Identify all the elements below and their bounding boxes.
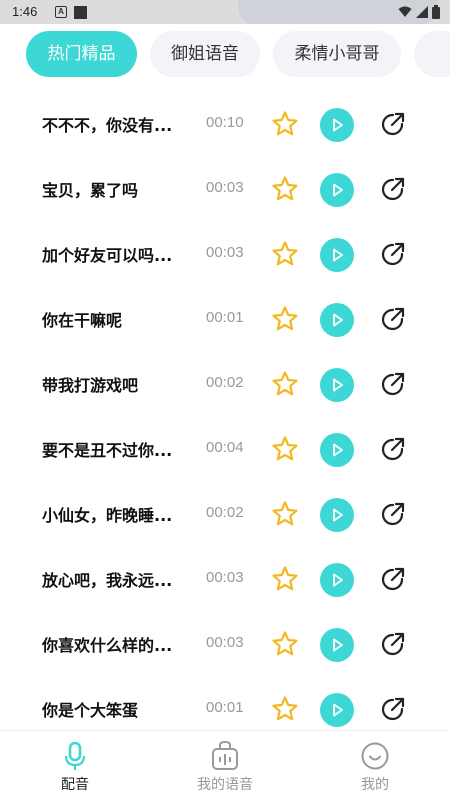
square-icon — [74, 6, 87, 19]
voice-title: 小仙女，昨晚睡... — [42, 506, 173, 525]
star-icon[interactable] — [271, 370, 299, 398]
play-icon — [333, 573, 343, 587]
play-button[interactable] — [320, 628, 354, 662]
star-icon[interactable] — [271, 305, 299, 333]
list-item[interactable]: 小仙女，昨晚睡... 00:02 — [0, 482, 450, 547]
star-icon[interactable] — [271, 110, 299, 138]
play-button[interactable] — [320, 433, 354, 467]
tab-mature-voice[interactable]: 御姐语音 — [150, 31, 260, 77]
star-icon[interactable] — [271, 695, 299, 723]
voice-duration: 00:03 — [206, 634, 244, 651]
play-icon — [333, 183, 343, 197]
voice-title: 加个好友可以吗... — [42, 246, 173, 265]
star-icon[interactable] — [271, 435, 299, 463]
star-icon[interactable] — [271, 565, 299, 593]
play-icon — [333, 313, 343, 327]
play-icon — [333, 703, 343, 717]
play-icon — [333, 118, 343, 132]
list-item[interactable]: 你在干嘛呢 00:01 — [0, 287, 450, 352]
voice-duration: 00:03 — [206, 569, 244, 586]
list-item[interactable]: 你喜欢什么样的... 00:03 — [0, 612, 450, 677]
share-icon[interactable] — [380, 371, 406, 397]
status-bar: 1:46 A — [0, 0, 450, 24]
share-icon[interactable] — [380, 631, 406, 657]
voice-bag-icon — [212, 741, 238, 770]
play-button[interactable] — [320, 563, 354, 597]
voice-duration: 00:02 — [206, 504, 244, 521]
tab-more[interactable] — [414, 31, 450, 77]
star-icon[interactable] — [271, 175, 299, 203]
list-item[interactable]: 带我打游戏吧 00:02 — [0, 352, 450, 417]
share-icon[interactable] — [380, 111, 406, 137]
nav-label: 配音 — [61, 777, 89, 793]
list-item[interactable]: 宝贝，累了吗 00:03 — [0, 157, 450, 222]
play-button[interactable] — [320, 368, 354, 402]
nav-label: 我的语音 — [197, 777, 253, 793]
voice-title: 要不是丑不过你... — [42, 441, 173, 460]
play-icon — [333, 638, 343, 652]
share-icon[interactable] — [380, 696, 406, 722]
wifi-icon — [398, 6, 412, 17]
list-item[interactable]: 不不不，你没有... 00:10 — [0, 92, 450, 157]
play-button[interactable] — [320, 303, 354, 337]
voice-title: 带我打游戏吧 — [42, 376, 139, 395]
voice-title: 你喜欢什么样的... — [42, 636, 173, 655]
smile-icon — [361, 742, 389, 770]
play-icon — [333, 508, 343, 522]
tab-gentle-guy[interactable]: 柔情小哥哥 — [273, 31, 401, 77]
nav-label: 我的 — [361, 777, 389, 793]
star-icon[interactable] — [271, 500, 299, 528]
nav-dubbing[interactable]: 配音 — [0, 731, 150, 800]
signal-icon — [416, 6, 428, 18]
list-item[interactable]: 放心吧，我永远... 00:03 — [0, 547, 450, 612]
star-icon[interactable] — [271, 630, 299, 658]
category-tabs: 热门精品 御姐语音 柔情小哥哥 — [0, 24, 450, 92]
system-icons — [398, 5, 440, 19]
voice-duration: 00:04 — [206, 439, 244, 456]
share-icon[interactable] — [380, 436, 406, 462]
star-icon[interactable] — [271, 240, 299, 268]
status-time: 1:46 — [12, 4, 38, 19]
share-icon[interactable] — [380, 306, 406, 332]
play-icon — [333, 248, 343, 262]
nav-my-voice[interactable]: 我的语音 — [150, 731, 300, 800]
list-item[interactable]: 要不是丑不过你... 00:04 — [0, 417, 450, 482]
play-button[interactable] — [320, 108, 354, 142]
voice-duration: 00:01 — [206, 699, 244, 716]
microphone-icon — [64, 741, 86, 770]
share-icon[interactable] — [380, 501, 406, 527]
play-button[interactable] — [320, 693, 354, 727]
voice-duration: 00:10 — [206, 114, 244, 131]
voice-title: 放心吧，我永远... — [42, 571, 173, 590]
tab-hot-picks[interactable]: 热门精品 — [26, 31, 137, 77]
voice-duration: 00:03 — [206, 179, 244, 196]
play-button[interactable] — [320, 173, 354, 207]
voice-title: 你是个大笨蛋 — [42, 701, 139, 720]
battery-icon — [432, 5, 440, 19]
play-icon — [333, 443, 343, 457]
list-item[interactable]: 你是个大笨蛋 00:01 — [0, 677, 450, 730]
play-button[interactable] — [320, 498, 354, 532]
list-item[interactable]: 加个好友可以吗... 00:03 — [0, 222, 450, 287]
a-badge-icon: A — [55, 6, 67, 18]
share-icon[interactable] — [380, 566, 406, 592]
voice-title: 宝贝，累了吗 — [42, 181, 139, 200]
share-icon[interactable] — [380, 176, 406, 202]
share-icon[interactable] — [380, 241, 406, 267]
voice-title: 你在干嘛呢 — [42, 311, 123, 330]
voice-duration: 00:02 — [206, 374, 244, 391]
play-icon — [333, 378, 343, 392]
voice-title: 不不不，你没有... — [42, 116, 173, 135]
nav-mine[interactable]: 我的 — [300, 731, 450, 800]
voice-duration: 00:01 — [206, 309, 244, 326]
bottom-nav: 配音 我的语音 我的 — [0, 730, 450, 800]
play-button[interactable] — [320, 238, 354, 272]
voice-list: 不不不，你没有... 00:10 宝贝，累了吗 00:03 加个好友可以吗... 00:0… — [0, 92, 450, 730]
voice-duration: 00:03 — [206, 244, 244, 261]
